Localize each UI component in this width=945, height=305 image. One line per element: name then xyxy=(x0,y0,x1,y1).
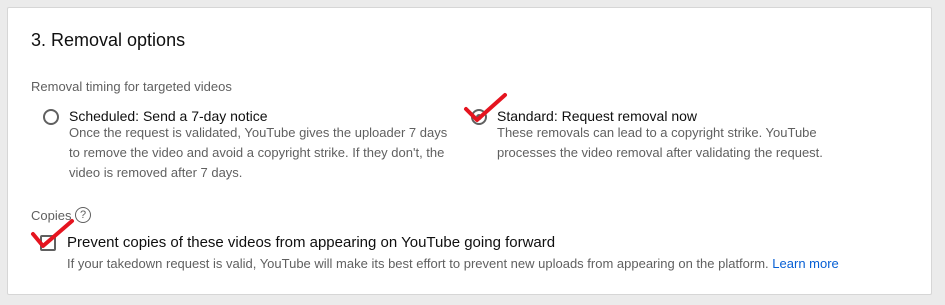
help-icon[interactable]: ? xyxy=(75,207,91,223)
learn-more-link[interactable]: Learn more xyxy=(772,256,838,271)
prevent-copies-desc-text: If your takedown request is valid, YouTu… xyxy=(67,256,769,271)
option-standard-desc-line: These removals can lead to a copyright s… xyxy=(497,125,817,140)
option-scheduled-desc-line: Once the request is validated, YouTube g… xyxy=(69,125,448,140)
option-scheduled-desc-line: to remove the video and avoid a copyrigh… xyxy=(69,145,445,160)
option-scheduled-title[interactable]: Scheduled: Send a 7-day notice xyxy=(69,108,267,124)
removal-options-card: 3. Removal options Removal timing for ta… xyxy=(7,7,932,295)
radio-scheduled[interactable] xyxy=(43,109,59,125)
radio-standard[interactable] xyxy=(471,109,487,125)
option-standard-desc-line: processes the video removal after valida… xyxy=(497,145,823,160)
option-scheduled-desc: Once the request is validated, YouTube g… xyxy=(69,123,447,183)
copies-label: Copies xyxy=(31,208,72,223)
option-scheduled-desc-line: video is removed after 7 days. xyxy=(69,165,243,180)
option-standard-desc: These removals can lead to a copyright s… xyxy=(497,123,823,163)
option-standard-title[interactable]: Standard: Request removal now xyxy=(497,108,697,124)
removal-timing-label: Removal timing for targeted videos xyxy=(31,79,232,94)
prevent-copies-desc: If your takedown request is valid, YouTu… xyxy=(67,256,839,271)
prevent-copies-checkbox[interactable] xyxy=(40,235,56,251)
section-title: 3. Removal options xyxy=(31,30,186,50)
prevent-copies-label[interactable]: Prevent copies of these videos from appe… xyxy=(67,234,555,251)
